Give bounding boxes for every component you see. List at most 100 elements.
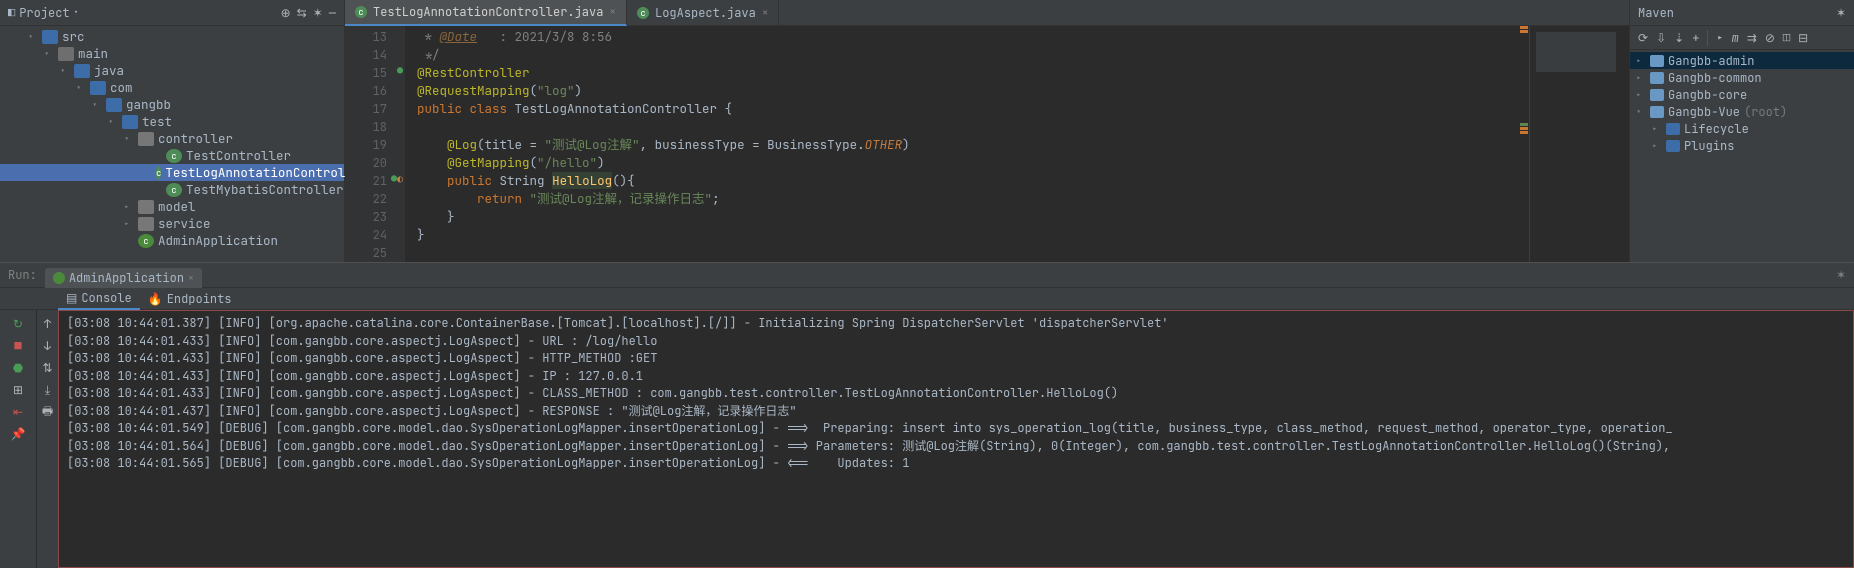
tree-label: TestController xyxy=(186,147,291,164)
stop-icon[interactable]: ■ xyxy=(10,338,26,354)
project-title: Project xyxy=(19,5,69,21)
print-icon[interactable]: 🖶 xyxy=(40,404,56,420)
skip-icon[interactable]: ⊘ xyxy=(1765,30,1775,46)
console-output[interactable]: [03:08 10:44:01.387] [INFO] [org.apache.… xyxy=(58,310,1854,568)
expander-icon[interactable]: ▾ xyxy=(28,31,38,43)
maven-tree: ▸Gangbb-admin▸Gangbb-common▸Gangbb-core ▾… xyxy=(1630,50,1854,154)
run-subtab[interactable]: ▤Console xyxy=(58,288,140,310)
tree-label: test xyxy=(142,113,172,130)
maven-item[interactable]: ▸Plugins xyxy=(1630,137,1854,154)
spring-icon xyxy=(53,272,65,284)
module-icon xyxy=(1666,123,1680,135)
tree-item[interactable]: ▾ com xyxy=(0,79,344,96)
tree-item[interactable]: ▾main xyxy=(0,45,344,62)
pkg-icon xyxy=(138,200,154,214)
module-icon xyxy=(1650,55,1664,67)
tree-item[interactable]: ▾ test xyxy=(0,113,344,130)
tree-label: gangbb xyxy=(126,96,171,113)
download-icon[interactable]: ⇩ xyxy=(1656,30,1666,46)
close-icon[interactable]: × xyxy=(188,271,194,284)
editor-tab[interactable]: cLogAspect.java× xyxy=(627,0,779,26)
expander-icon[interactable]: ▸ xyxy=(1636,55,1646,67)
cls-icon: c xyxy=(156,166,161,180)
maven-header: Maven ✶ xyxy=(1630,0,1854,26)
expander-icon[interactable]: ▸ xyxy=(124,218,134,230)
layout-icon[interactable]: ⊞ xyxy=(10,382,26,398)
run-config-tab[interactable]: AdminApplication × xyxy=(45,268,202,288)
expand-icon[interactable]: ⇆ xyxy=(297,5,307,21)
close-icon[interactable]: × xyxy=(762,6,769,20)
download-sources-icon[interactable]: ⇣ xyxy=(1674,30,1684,46)
exit-icon[interactable]: ⇤ xyxy=(10,404,26,420)
run-panel: Run: AdminApplication × ✶ ▤Console🔥Endpo… xyxy=(0,262,1854,568)
expander-icon[interactable]: ▸ xyxy=(124,201,134,213)
editor-tab[interactable]: cTestLogAnnotationController.java× xyxy=(345,0,627,26)
toggle-icon[interactable]: ⇉ xyxy=(1747,30,1757,46)
run-icon[interactable]: ▸ xyxy=(1716,30,1723,46)
maven-item[interactable]: ▸Gangbb-common xyxy=(1630,69,1854,86)
subtab-icon: 🔥 xyxy=(148,291,163,307)
up-icon[interactable]: ↑ xyxy=(40,316,56,332)
expander-icon[interactable]: ▸ xyxy=(1652,140,1662,152)
tree-item[interactable]: cTestMybatisController xyxy=(0,181,344,198)
code-editor[interactable]: * @Date : 2021/3/8 8:56 */ @RestControll… xyxy=(405,26,1529,262)
expander-icon[interactable]: ▾ xyxy=(124,133,134,145)
graph-icon[interactable]: ◫ xyxy=(1783,30,1790,46)
pkg-icon xyxy=(138,132,154,146)
tree-label: AdminApplication xyxy=(158,232,278,249)
run-left-gutter: ↻ ■ ⬣ ⊞ ⇤ 📌 xyxy=(0,310,36,568)
pin-icon[interactable]: 📌 xyxy=(10,426,26,442)
target-icon[interactable]: ⊕ xyxy=(281,5,291,21)
tree-label: com xyxy=(110,79,133,96)
m-icon[interactable]: m xyxy=(1732,30,1739,46)
line-gutter: 13141516171819202122232425●●◐ xyxy=(345,26,405,262)
dropdown-icon[interactable]: ▾ xyxy=(74,8,79,18)
editor-area: cTestLogAnnotationController.java×cLogAs… xyxy=(345,0,1629,262)
hide-icon[interactable]: — xyxy=(329,5,336,21)
tree-item[interactable]: ▸ service xyxy=(0,215,344,232)
gear-icon[interactable]: ✶ xyxy=(1836,5,1846,21)
maven-item[interactable]: ▾Gangbb-Vue (root) xyxy=(1630,103,1854,120)
expander-icon[interactable]: ▸ xyxy=(1652,123,1662,135)
module-icon xyxy=(1650,106,1664,118)
close-icon[interactable]: × xyxy=(609,5,616,19)
expander-icon[interactable]: ▾ xyxy=(76,82,86,94)
refresh-icon[interactable]: ⟳ xyxy=(1638,30,1648,46)
rerun-icon[interactable]: ↻ xyxy=(10,316,26,332)
project-icon: ◧ xyxy=(8,5,15,21)
add-icon[interactable]: + xyxy=(1692,30,1699,46)
tree-item[interactable]: cAdminApplication xyxy=(0,232,344,249)
expander-icon[interactable]: ▾ xyxy=(108,116,118,128)
maven-item[interactable]: ▸Lifecycle xyxy=(1630,120,1854,137)
expander-icon[interactable]: ▾ xyxy=(1636,106,1646,118)
tree-item[interactable]: ▾ gangbb xyxy=(0,96,344,113)
tree-item[interactable]: ▸model xyxy=(0,198,344,215)
gear-icon[interactable]: ✶ xyxy=(1828,267,1854,283)
tab-label: LogAspect.java xyxy=(655,5,756,21)
tree-item[interactable]: ▾java xyxy=(0,62,344,79)
minimap[interactable] xyxy=(1529,26,1629,262)
down-icon[interactable]: ↓ xyxy=(40,338,56,354)
collapse-icon[interactable]: ⊟ xyxy=(1798,30,1808,46)
expander-icon[interactable]: ▾ xyxy=(92,99,102,111)
tree-item[interactable]: ▾controller xyxy=(0,130,344,147)
maven-panel: Maven ✶ ⟳ ⇩ ⇣ + ▸ m ⇉ ⊘ ◫ ⊟ ▸Gangbb-admi… xyxy=(1629,0,1854,262)
scroll-icon[interactable]: ⤓ xyxy=(40,382,56,398)
editor-tabs: cTestLogAnnotationController.java×cLogAs… xyxy=(345,0,1629,26)
expander-icon[interactable]: ▸ xyxy=(1636,89,1646,101)
expander-icon[interactable]: ▾ xyxy=(44,48,54,60)
folder-b-icon xyxy=(42,30,58,44)
tree-item[interactable]: cTestController xyxy=(0,147,344,164)
tree-label: service xyxy=(158,215,211,232)
tree-item[interactable]: cTestLogAnnotationController xyxy=(0,164,344,181)
item-icon[interactable]: ⬣ xyxy=(10,360,26,376)
maven-label: Gangbb-Vue xyxy=(1668,104,1740,120)
maven-item[interactable]: ▸Gangbb-admin xyxy=(1630,52,1854,69)
run-subtab[interactable]: 🔥Endpoints xyxy=(140,288,240,310)
tree-item[interactable]: ▾src xyxy=(0,28,344,45)
wrap-icon[interactable]: ⇅ xyxy=(40,360,56,376)
expander-icon[interactable]: ▸ xyxy=(1636,72,1646,84)
expander-icon[interactable]: ▾ xyxy=(60,65,70,77)
maven-item[interactable]: ▸Gangbb-core xyxy=(1630,86,1854,103)
gear-icon[interactable]: ✶ xyxy=(313,5,323,21)
